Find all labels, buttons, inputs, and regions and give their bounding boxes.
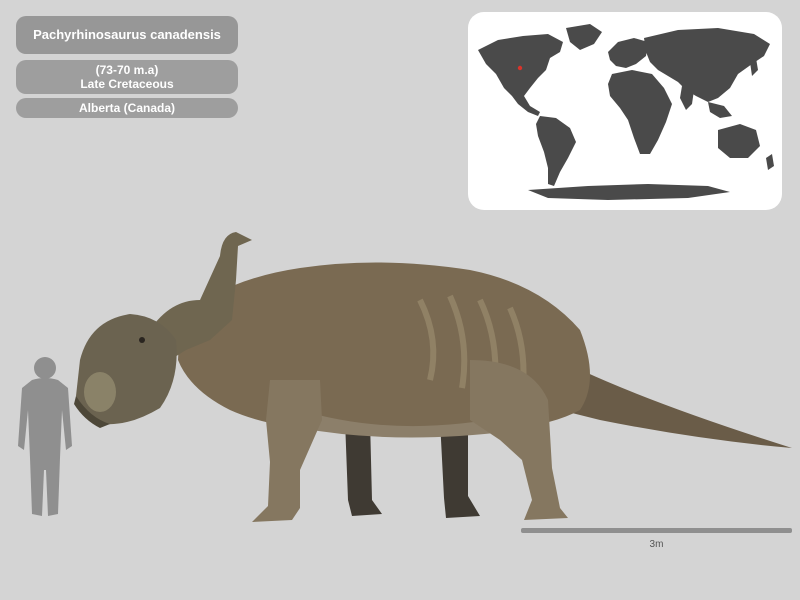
location-label: Alberta (Canada): [16, 98, 238, 118]
greenland: [566, 24, 602, 50]
continents: [478, 24, 774, 200]
world-map: [478, 24, 774, 200]
australia: [718, 124, 760, 158]
scale-bar: [521, 528, 792, 533]
new-zealand: [766, 154, 774, 170]
age-range: (73-70 m.a): [95, 63, 159, 77]
human-silhouette: [18, 357, 72, 516]
antarctica: [528, 184, 730, 200]
africa: [608, 70, 672, 154]
fossil-site-marker: [517, 65, 523, 71]
india: [680, 86, 694, 110]
southeast-asia: [708, 102, 732, 118]
north-america: [478, 34, 563, 116]
species-name: Pachyrhinosaurus canadensis: [33, 27, 221, 42]
world-map-card: [468, 12, 782, 210]
age-label: (73-70 m.a) Late Cretaceous: [16, 60, 238, 94]
illustration-scene: [18, 232, 792, 522]
scale-label: 3m: [649, 539, 664, 550]
south-america: [536, 116, 576, 186]
geologic-period: Late Cretaceous: [80, 77, 174, 91]
fossil-location: Alberta (Canada): [78, 101, 176, 115]
species-name-label: Pachyrhinosaurus canadensis: [16, 16, 238, 54]
europe: [608, 38, 648, 68]
pachyrhinosaurus-illustration: [74, 232, 792, 522]
